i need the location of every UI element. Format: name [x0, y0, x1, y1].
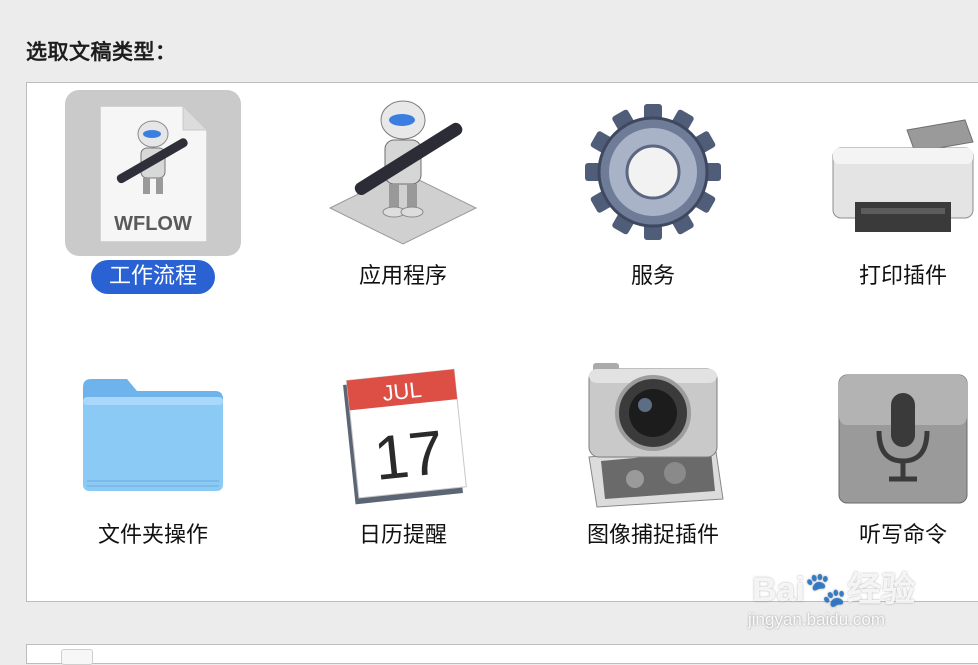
lower-panel: [26, 644, 978, 665]
doc-type-label: 打印插件: [858, 264, 947, 289]
wflow-badge: WFLOW: [114, 213, 192, 235]
doc-type-print-plugin[interactable]: 打印插件: [815, 90, 978, 330]
lower-control: [61, 649, 93, 665]
doc-type-application[interactable]: 应用程序: [315, 90, 491, 330]
doc-type-calendar-alarm[interactable]: JUL 17 日历提醒: [315, 349, 491, 589]
choose-type-heading: 选取文稿类型：: [26, 40, 177, 64]
folder-icon: [83, 379, 223, 491]
gear-icon: [585, 104, 721, 240]
doc-type-label: 文件夹操作: [97, 523, 208, 548]
doc-type-dictation-command[interactable]: 听写命令: [815, 349, 978, 589]
calendar-month: JUL: [381, 377, 423, 406]
document-type-grid: WFLOW 工作流程 应用程序 服务 打印插件 文件夹操作 JUL 17 日历提…: [26, 82, 978, 602]
doc-type-label: 工作流程: [65, 260, 241, 294]
doc-type-label: 日历提醒: [358, 523, 447, 548]
watermark-url: jingyan.baidu.com: [748, 610, 886, 629]
doc-type-label: 应用程序: [358, 264, 447, 289]
printer-icon: [832, 119, 974, 232]
microphone-icon: [838, 374, 968, 504]
calendar-icon: JUL 17: [343, 368, 467, 505]
workflow-file-icon: WFLOW: [99, 104, 209, 243]
camera-icon: [588, 363, 724, 508]
doc-type-service[interactable]: 服务: [565, 90, 741, 330]
doc-type-folder-action[interactable]: 文件夹操作: [65, 349, 241, 589]
doc-type-label: 图像捕捉插件: [586, 523, 719, 548]
calendar-day: 17: [371, 418, 447, 494]
automator-robot-icon: [328, 100, 478, 245]
doc-type-image-capture-plugin[interactable]: 图像捕捉插件: [565, 349, 741, 589]
doc-type-label: 听写命令: [858, 523, 947, 548]
doc-type-label: 服务: [630, 264, 675, 289]
doc-type-workflow[interactable]: WFLOW 工作流程: [65, 90, 241, 330]
